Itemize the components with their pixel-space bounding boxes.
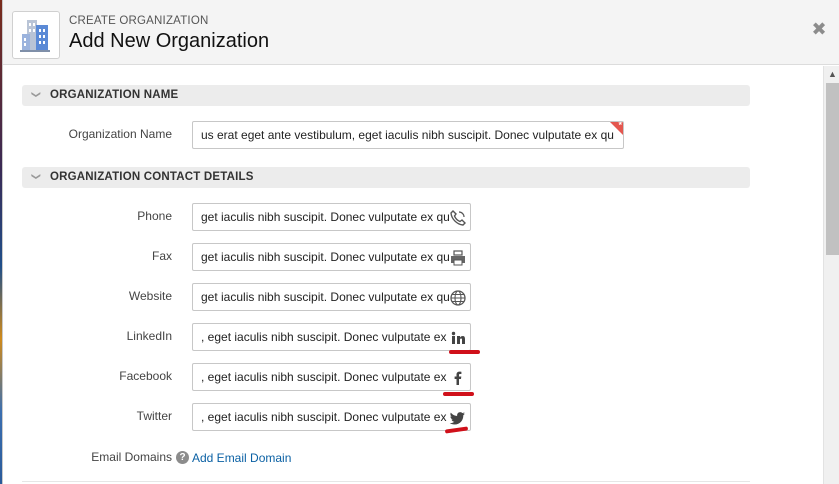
twitter-input[interactable]: , eget iaculis nibh suscipit. Donec vulp… <box>192 403 471 431</box>
modal-subtitle: CREATE ORGANIZATION <box>69 15 209 27</box>
required-star-icon: * <box>618 121 622 130</box>
fax-value: get iaculis nibh suscipit. Donec vulputa… <box>201 250 450 264</box>
organization-name-value: us erat eget ante vestibulum, eget iacul… <box>201 128 614 142</box>
add-email-domain-link[interactable]: Add Email Domain <box>192 451 291 465</box>
section-label: ORGANIZATION CONTACT DETAILS <box>50 171 254 183</box>
scroll-thumb[interactable] <box>826 83 839 255</box>
section-label: ORGANIZATION NAME <box>50 89 179 101</box>
building-icon <box>12 11 60 59</box>
twitter-value: , eget iaculis nibh suscipit. Donec vulp… <box>201 410 464 424</box>
linkedin-value: , eget iaculis nibh suscipit. Donec vulp… <box>201 330 464 344</box>
facebook-value: , eget iaculis nibh suscipit. Donec vulp… <box>201 370 464 384</box>
scroll-up-arrow[interactable]: ▲ <box>824 66 839 82</box>
globe-icon[interactable] <box>449 289 467 307</box>
website-input[interactable]: get iaculis nibh suscipit. Donec vulputa… <box>192 283 471 311</box>
fax-input[interactable]: get iaculis nibh suscipit. Donec vulputa… <box>192 243 471 271</box>
divider <box>22 481 750 482</box>
linkedin-input[interactable]: , eget iaculis nibh suscipit. Donec vulp… <box>192 323 471 351</box>
phone-icon[interactable] <box>449 209 467 227</box>
create-organization-modal: CREATE ORGANIZATION Add New Organization… <box>2 0 839 484</box>
help-icon[interactable]: ? <box>176 451 189 464</box>
modal-title: Add New Organization <box>69 30 270 52</box>
section-organization-name[interactable]: ❯ ORGANIZATION NAME <box>22 85 750 106</box>
modal-header: CREATE ORGANIZATION Add New Organization… <box>3 0 839 65</box>
email-domains-label: Email Domains <box>91 450 172 464</box>
facebook-label: Facebook <box>119 369 172 383</box>
annotation-underline <box>449 350 480 354</box>
twitter-label: Twitter <box>136 409 172 423</box>
linkedin-icon[interactable] <box>449 329 467 347</box>
fax-icon[interactable] <box>449 249 467 267</box>
linkedin-label: LinkedIn <box>126 329 172 343</box>
phone-input[interactable]: get iaculis nibh suscipit. Donec vulputa… <box>192 203 471 231</box>
annotation-underline <box>443 392 474 396</box>
section-contact-details[interactable]: ❯ ORGANIZATION CONTACT DETAILS <box>22 167 750 188</box>
twitter-icon[interactable] <box>449 409 467 427</box>
close-icon[interactable]: ✖ <box>811 20 827 38</box>
website-value: get iaculis nibh suscipit. Donec vulputa… <box>201 290 450 304</box>
facebook-icon[interactable] <box>449 369 467 387</box>
phone-label: Phone <box>137 209 172 223</box>
chevron-down-icon: ❯ <box>31 90 42 99</box>
fax-label: Fax <box>151 249 172 263</box>
chevron-down-icon: ❯ <box>31 172 42 181</box>
website-label: Website <box>128 289 172 303</box>
facebook-input[interactable]: , eget iaculis nibh suscipit. Donec vulp… <box>192 363 471 391</box>
vertical-scrollbar[interactable]: ▲ <box>823 66 839 484</box>
organization-name-label: Organization Name <box>68 127 172 141</box>
organization-name-input[interactable]: us erat eget ante vestibulum, eget iacul… <box>192 121 624 149</box>
phone-value: get iaculis nibh suscipit. Donec vulputa… <box>201 210 450 224</box>
